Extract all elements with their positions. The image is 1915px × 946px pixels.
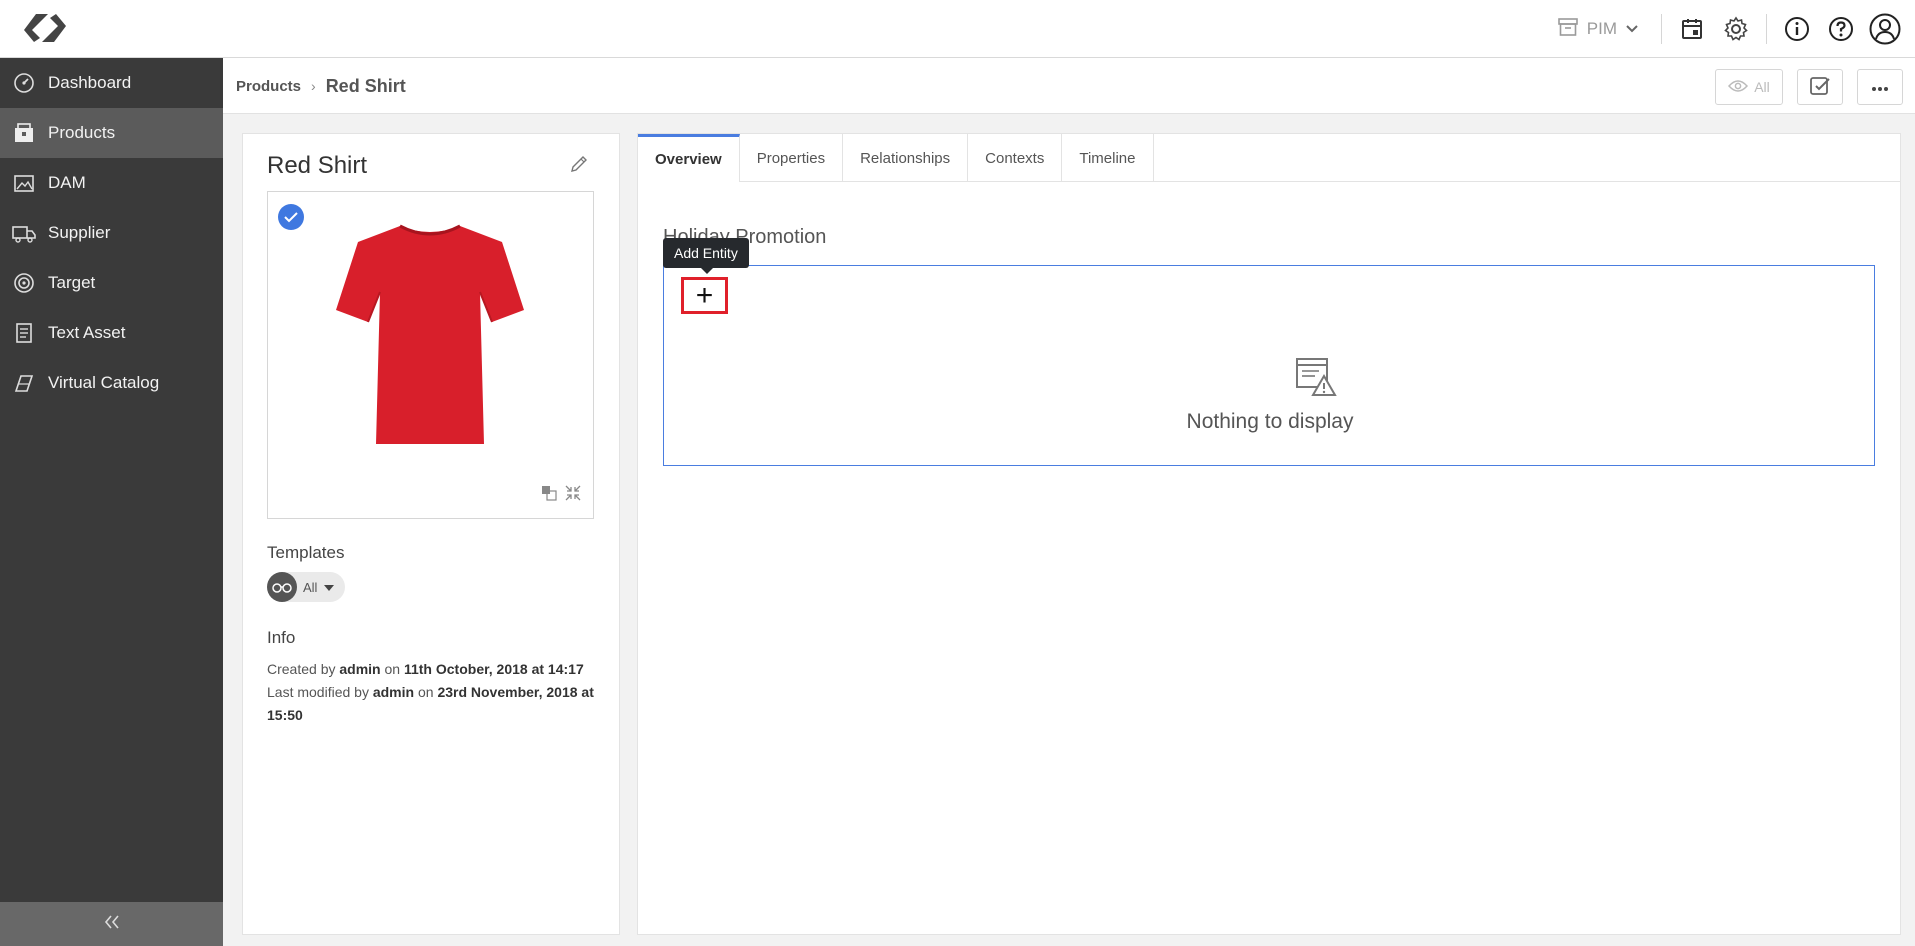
tab-bar: Overview Properties Relationships Contex… [638,134,1900,182]
add-entity-tooltip: Add Entity [663,238,749,274]
eye-icon [1728,79,1749,96]
user-icon[interactable] [1863,7,1907,51]
check-badge-icon [1808,74,1832,101]
sidebar-item-text-asset[interactable]: Text Asset [0,308,223,358]
target-icon [12,271,36,295]
tab-relationships[interactable]: Relationships [843,134,969,182]
tab-timeline[interactable]: Timeline [1062,134,1154,182]
red-shirt-image [330,218,530,448]
modified-prefix: Last modified by [267,684,369,700]
divider [1766,14,1767,44]
view-all-label: All [1754,79,1770,95]
info-heading: Info [267,628,296,647]
entity-summary-panel: Red Shirt Templates All Info Created by … [242,133,620,935]
dashboard-icon [12,71,36,95]
info-details: Created by admin on 11th October, 2018 a… [267,658,607,727]
relationship-grid: + Nothing to display [663,265,1875,466]
help-icon[interactable] [1819,7,1863,51]
modified-on-word: on [417,684,434,700]
sidebar-item-target[interactable]: Target [0,258,223,308]
catalog-icon [12,371,36,395]
gear-icon[interactable] [1714,7,1758,51]
top-bar: PIM [0,0,1915,58]
tab-properties[interactable]: Properties [740,134,844,182]
sidebar-item-supplier[interactable]: Supplier [0,208,223,258]
chevron-down-icon [1625,19,1639,39]
sidebar-item-label: Target [48,273,96,292]
checkmark-icon [278,204,304,230]
no-data-icon [1295,356,1337,398]
created-date: 11th October, 2018 at 14:17 [403,661,584,677]
double-chevron-left-icon [103,914,121,935]
sidebar-item-label: DAM [48,173,86,192]
app-selector[interactable]: PIM [1557,14,1662,44]
created-by-user: admin [339,661,381,677]
sidebar-item-dashboard[interactable]: Dashboard [0,58,223,108]
logo-icon[interactable] [22,10,68,46]
app-selector-label: PIM [1586,19,1617,38]
breadcrumb-current: Red Shirt [325,75,406,96]
sidebar: Dashboard Products DAM Supplier Target T… [0,58,223,946]
created-prefix: Created by [267,661,336,677]
templates-heading: Templates [267,543,345,562]
sidebar-item-dam[interactable]: DAM [0,158,223,208]
entity-title: Red Shirt [267,152,368,179]
sidebar-collapse-button[interactable] [0,902,223,946]
product-thumbnail[interactable] [267,191,594,519]
sidebar-item-label: Products [48,123,116,142]
tasks-icon[interactable] [1670,7,1714,51]
archive-icon [1557,16,1579,43]
sidebar-item-label: Text Asset [48,323,126,342]
sidebar-item-virtual-catalog[interactable]: Virtual Catalog [0,358,223,408]
created-on-word: on [384,661,401,677]
empty-state-message: Nothing to display [1186,410,1354,433]
sidebar-item-label: Dashboard [48,73,132,92]
pencil-icon[interactable] [569,154,591,176]
tab-overview[interactable]: Overview [638,134,740,182]
breadcrumb-separator: › [311,78,316,94]
tab-contexts[interactable]: Contexts [968,134,1063,182]
collapse-icon[interactable] [565,485,581,506]
template-selector[interactable]: All [267,572,346,602]
more-actions-button[interactable] [1857,69,1903,105]
truck-icon [12,221,36,245]
caret-down-icon [323,580,335,595]
add-entity-button[interactable]: + [681,277,728,314]
business-rules-button[interactable] [1797,69,1843,105]
more-dots-icon [1871,79,1889,95]
swap-image-icon[interactable] [541,485,557,506]
entity-detail-panel: Overview Properties Relationships Contex… [637,133,1901,935]
breadcrumb-products-link[interactable]: Products [236,78,301,95]
breadcrumb-bar: Products › Red Shirt All [223,58,1915,114]
sidebar-item-label: Supplier [48,223,111,242]
breadcrumb: Products › Red Shirt [236,58,406,114]
glasses-icon [267,572,297,602]
products-icon [12,121,36,145]
info-icon[interactable] [1775,7,1819,51]
document-icon [12,321,36,345]
image-icon [12,171,36,195]
modified-by-user: admin [372,684,415,700]
view-all-button[interactable]: All [1715,69,1783,105]
sidebar-item-products[interactable]: Products [0,108,223,158]
template-selector-value: All [303,579,318,595]
sidebar-item-label: Virtual Catalog [48,373,160,392]
